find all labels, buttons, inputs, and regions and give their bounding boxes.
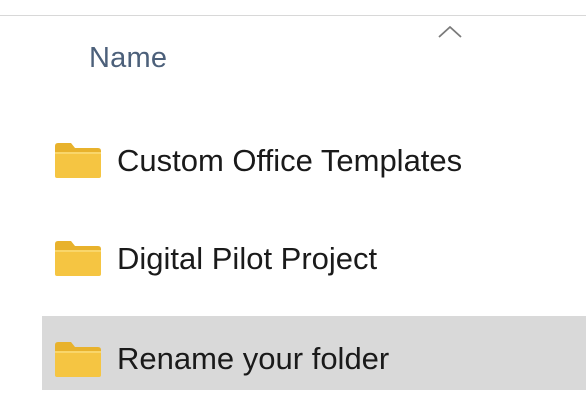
list-item-selected[interactable]: Rename your folder [42,316,586,390]
folder-icon [55,241,101,276]
list-item[interactable]: Digital Pilot Project [42,222,586,296]
chevron-up-icon[interactable] [437,25,463,39]
list-item-label: Digital Pilot Project [117,241,378,276]
column-header-label: Name [89,42,168,74]
column-header-name[interactable]: Name [0,16,586,106]
folder-icon [55,342,101,377]
list-item[interactable]: Custom Office Templates [42,124,586,198]
list-item-label: Custom Office Templates [117,143,463,178]
file-explorer-pane: Name Custom Office Templates Digital Pil… [0,0,586,394]
folder-icon [55,143,101,178]
list-item-label: Rename your folder [117,341,390,376]
